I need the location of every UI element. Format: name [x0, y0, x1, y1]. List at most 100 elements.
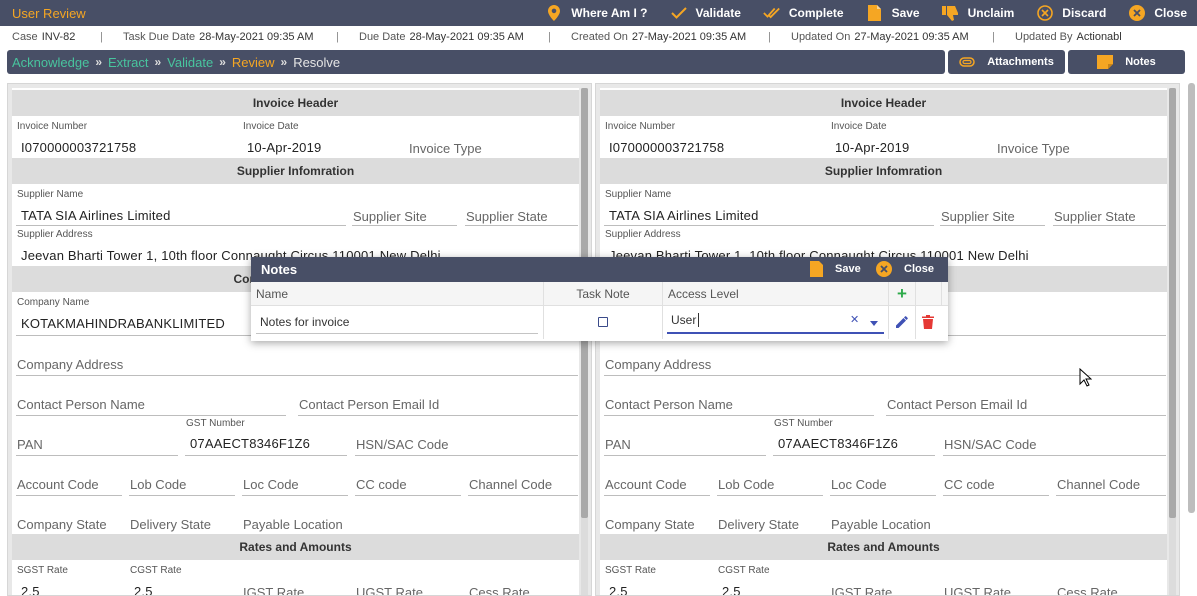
invoice-date-field[interactable]: Invoice Date 10-Apr-2019	[830, 121, 985, 161]
sgst-rate-field[interactable]: SGST Rate 2.5	[16, 565, 122, 596]
channel-code-field[interactable]: Channel Code	[1056, 458, 1166, 498]
field-placeholder: Supplier Site	[941, 209, 1015, 224]
gst-number-field[interactable]: GST Number 07AAECT8346F1Z6	[773, 418, 935, 458]
chevron-down-icon[interactable]	[870, 315, 878, 329]
edit-icon[interactable]	[895, 315, 909, 332]
invoice-number-field[interactable]: Invoice Number I070000003721758	[604, 121, 819, 161]
close-button[interactable]: Close	[1128, 0, 1187, 26]
field-placeholder: Cess Rate	[469, 585, 530, 596]
delivery-state-field[interactable]: Delivery State	[717, 498, 823, 538]
task-note-checkbox[interactable]	[598, 317, 608, 327]
field-value: 2.5	[21, 584, 40, 596]
invoice-type-field[interactable]: Invoice Type	[996, 121, 1166, 161]
note-name-cell: Notes for invoice	[251, 306, 544, 339]
sgst-rate-field[interactable]: SGST Rate 2.5	[604, 565, 710, 595]
save-button[interactable]: Save	[866, 0, 920, 26]
notes-button[interactable]: Notes	[1068, 50, 1185, 74]
field-placeholder: Delivery State	[718, 517, 799, 532]
contact-person-name-field[interactable]: Contact Person Name	[16, 378, 286, 418]
discard-button[interactable]: Discard	[1036, 0, 1106, 26]
igst-rate-field[interactable]: IGST Rate	[242, 565, 348, 595]
gst-number-field[interactable]: GST Number 07AAECT8346F1Z6	[185, 418, 347, 458]
loc-code-field[interactable]: Loc Code	[242, 458, 348, 498]
supplier-name-field[interactable]: Supplier Name TATA SIA Airlines Limited	[604, 189, 934, 229]
field-value: TATA SIA Airlines Limited	[21, 208, 171, 223]
loc-code-field[interactable]: Loc Code	[830, 458, 936, 498]
ugst-rate-field[interactable]: UGST Rate	[355, 565, 461, 595]
payable-location-field[interactable]: Payable Location	[830, 498, 1166, 538]
scrollbar-thumb[interactable]	[1169, 88, 1176, 518]
field-placeholder: HSN/SAC Code	[944, 437, 1037, 452]
page-scrollbar-thumb[interactable]	[1188, 83, 1195, 513]
pan-field[interactable]: PAN	[604, 418, 766, 458]
field-placeholder: Channel Code	[469, 477, 553, 492]
supplier-site-field[interactable]: Supplier Site	[940, 189, 1045, 229]
field-placeholder: Delivery State	[130, 517, 211, 532]
hsn-sac-code-field[interactable]: HSN/SAC Code	[943, 418, 1166, 458]
company-address-field[interactable]: Company Address	[16, 338, 578, 378]
supplier-state-field[interactable]: Supplier State	[1053, 189, 1166, 229]
document-icon	[810, 261, 823, 277]
supplier-state-field[interactable]: Supplier State	[465, 189, 578, 229]
validate-button[interactable]: Validate	[670, 0, 741, 26]
task-note-cell	[544, 306, 663, 339]
unclaim-button[interactable]: Unclaim	[941, 0, 1014, 26]
invoice-number-field[interactable]: Invoice Number I070000003721758	[16, 121, 231, 161]
notes-save-button[interactable]: Save	[810, 261, 861, 277]
contact-person-email-field[interactable]: Contact Person Email Id	[298, 378, 578, 418]
field-label: Invoice Number	[17, 121, 88, 132]
clear-icon[interactable]: ✕	[850, 313, 859, 326]
invoice-type-field[interactable]: Invoice Type	[408, 121, 578, 161]
field-placeholder: Invoice Type	[997, 141, 1070, 156]
supplier-site-field[interactable]: Supplier Site	[352, 189, 457, 229]
step-acknowledge[interactable]: Acknowledge	[12, 55, 89, 70]
lob-code-field[interactable]: Lob Code	[717, 458, 823, 498]
step-review[interactable]: Review	[232, 55, 275, 70]
invoice-date-field[interactable]: Invoice Date 10-Apr-2019	[242, 121, 397, 161]
text-cursor	[698, 313, 699, 327]
account-code-field[interactable]: Account Code	[16, 458, 122, 498]
contact-person-email-field[interactable]: Contact Person Email Id	[886, 378, 1166, 418]
created-on-info: Created On 27-May-2021 09:35 AM	[571, 31, 747, 43]
ugst-rate-field[interactable]: UGST Rate	[943, 565, 1049, 595]
delete-icon[interactable]	[922, 315, 934, 332]
step-validate[interactable]: Validate	[167, 55, 213, 70]
cc-code-field[interactable]: CC code	[943, 458, 1049, 498]
add-note-button[interactable]: +	[889, 282, 916, 306]
column-header-access-level[interactable]: Access Level	[663, 282, 889, 306]
field-label: GST Number	[186, 418, 245, 429]
column-header-name[interactable]: Name	[251, 282, 544, 306]
step-extract[interactable]: Extract	[108, 55, 148, 70]
company-state-field[interactable]: Company State	[16, 498, 122, 538]
contact-person-name-field[interactable]: Contact Person Name	[604, 378, 874, 418]
company-state-field[interactable]: Company State	[604, 498, 710, 538]
cgst-rate-field[interactable]: CGST Rate 2.5	[129, 565, 235, 595]
pan-field[interactable]: PAN	[16, 418, 178, 458]
notes-label: Notes	[1125, 56, 1156, 68]
mouse-cursor-icon	[1079, 368, 1092, 387]
attachments-button[interactable]: Attachments	[948, 50, 1065, 74]
note-name-input[interactable]: Notes for invoice	[256, 306, 538, 334]
account-code-field[interactable]: Account Code	[604, 458, 710, 498]
channel-code-field[interactable]: Channel Code	[468, 458, 578, 498]
payable-location-field[interactable]: Payable Location	[242, 498, 578, 538]
where-am-i-button[interactable]: Where Am I ?	[545, 0, 648, 26]
lob-code-field[interactable]: Lob Code	[129, 458, 235, 498]
double-check-icon	[763, 4, 781, 22]
column-header-task-note[interactable]: Task Note	[544, 282, 663, 306]
field-placeholder: Cess Rate	[1057, 585, 1118, 596]
access-level-select[interactable]: User ✕	[667, 306, 884, 334]
hsn-sac-code-field[interactable]: HSN/SAC Code	[355, 418, 578, 458]
delivery-state-field[interactable]: Delivery State	[129, 498, 235, 538]
supplier-name-field[interactable]: Supplier Name TATA SIA Airlines Limited	[16, 189, 346, 229]
field-placeholder: Account Code	[17, 477, 99, 492]
step-resolve[interactable]: Resolve	[293, 55, 340, 70]
notes-close-button[interactable]: Close	[876, 261, 934, 277]
complete-button[interactable]: Complete	[763, 0, 844, 26]
igst-rate-field[interactable]: IGST Rate	[830, 565, 936, 595]
cc-code-field[interactable]: CC code	[355, 458, 461, 498]
cess-rate-field[interactable]: Cess Rate	[468, 565, 578, 596]
field-placeholder: Company State	[605, 517, 695, 532]
cgst-rate-field[interactable]: CGST Rate 2.5	[717, 565, 823, 595]
cess-rate-field[interactable]: Cess Rate	[1056, 565, 1166, 596]
